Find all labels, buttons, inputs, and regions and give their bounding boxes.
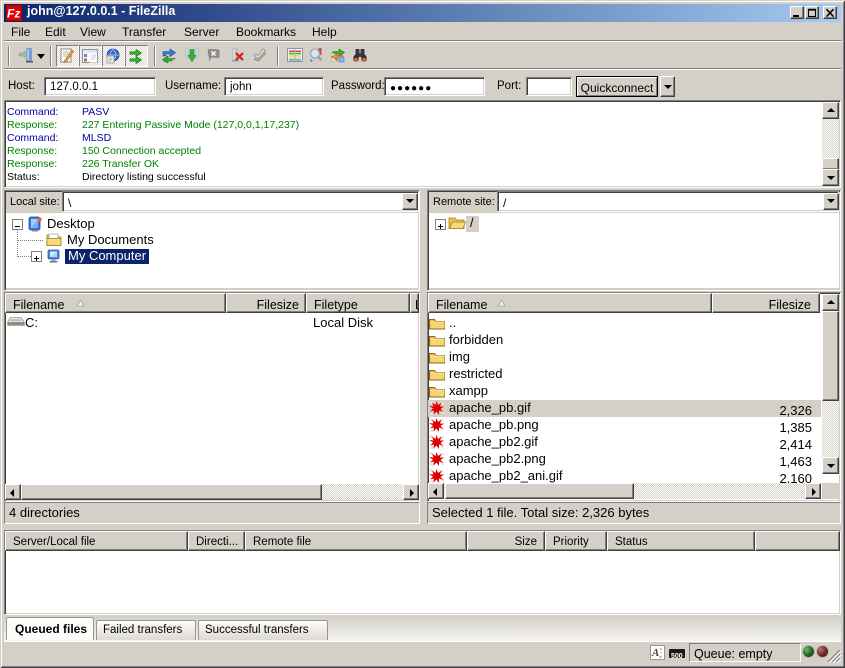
svg-text:500: 500: [671, 653, 683, 660]
svg-text:Fz: Fz: [7, 7, 20, 21]
svg-text:A: A: [651, 647, 659, 659]
